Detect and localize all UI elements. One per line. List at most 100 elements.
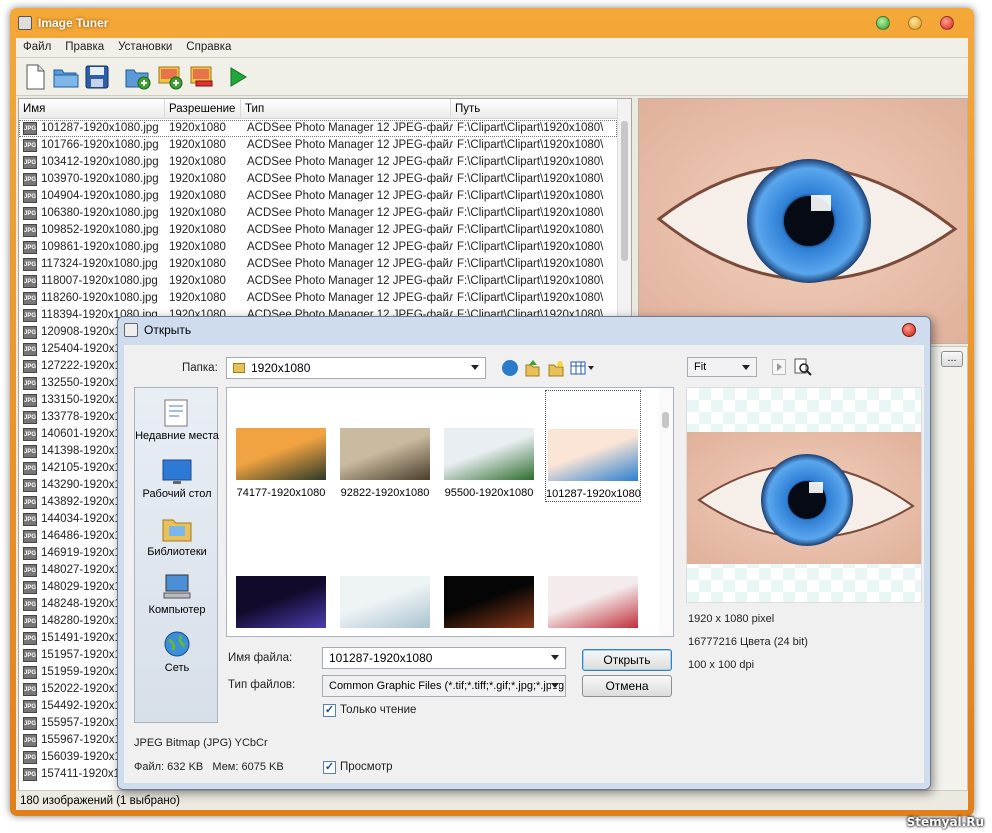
place-libraries[interactable]: Библиотеки	[135, 514, 219, 558]
cell-path: F:\Clipart\Clipart\1920x1080\	[457, 122, 604, 134]
jpg-file-icon: JPG	[23, 122, 37, 135]
cell-resolution: 1920x1080	[169, 207, 226, 219]
column-type[interactable]: Тип	[241, 99, 451, 119]
table-row[interactable]: JPG 109861-1920x1080.jpg 1920x1080 ACDSee P…	[19, 239, 617, 256]
cell-path: F:\Clipart\Clipart\1920x1080\	[457, 139, 604, 151]
table-row[interactable]: JPG 101766-1920x1080.jpg 1920x1080 ACDSee P…	[19, 137, 617, 154]
jpg-file-icon: JPG	[23, 190, 37, 203]
back-icon[interactable]	[502, 360, 518, 376]
open-button[interactable]: Открыть	[582, 649, 672, 671]
cell-type: ACDSee Photo Manager 12 JPEG-файл	[247, 122, 453, 134]
thumbnail-item[interactable]: 92822-1920x1080	[337, 428, 433, 499]
thumbnail-item[interactable]: 95500-1920x1080	[441, 428, 537, 499]
next-icon[interactable]	[772, 359, 786, 375]
thumbnail-item[interactable]: 104904-1920x1080	[545, 576, 641, 636]
thumbnail-image	[236, 428, 326, 480]
place-computer[interactable]: Компьютер	[135, 572, 219, 616]
new-folder-icon[interactable]	[548, 359, 564, 377]
thumbnail-caption: 104904-1920x1080	[545, 635, 641, 636]
column-name[interactable]: Имя	[19, 99, 165, 119]
jpg-file-icon: JPG	[23, 530, 37, 543]
jpg-file-icon: JPG	[23, 581, 37, 594]
maximize-button[interactable]	[908, 16, 922, 30]
column-path[interactable]: Путь	[451, 99, 619, 119]
cell-name: 109852-1920x1080.jpg	[41, 224, 159, 236]
save-icon[interactable]	[84, 64, 110, 90]
thumbnail-item[interactable]: 101287-1920x1080	[545, 390, 641, 502]
jpg-file-icon: JPG	[23, 326, 37, 339]
filetype-label: Тип файлов:	[228, 679, 296, 691]
thumbnail-item[interactable]: 103970-1920x1080	[441, 576, 537, 636]
thumbnail-scrollbar[interactable]	[659, 388, 673, 636]
jpg-file-icon: JPG	[23, 428, 37, 441]
filename-value: 101287-1920x1080	[329, 651, 433, 665]
folder-select[interactable]: 1920x1080	[226, 357, 486, 379]
table-row[interactable]: JPG 118007-1920x1080.jpg 1920x1080 ACDSee P…	[19, 273, 617, 290]
table-row[interactable]: JPG 109852-1920x1080.jpg 1920x1080 ACDSee P…	[19, 222, 617, 239]
browse-button[interactable]: ...	[941, 351, 963, 367]
jpg-file-icon: JPG	[23, 479, 37, 492]
new-file-icon[interactable]	[24, 64, 48, 90]
open-folder-icon[interactable]	[52, 64, 80, 90]
filename-input[interactable]: 101287-1920x1080	[322, 647, 566, 669]
view-menu-icon[interactable]	[570, 360, 594, 376]
preview-checkbox[interactable]: ✓	[323, 761, 336, 774]
table-row[interactable]: JPG 103970-1920x1080.jpg 1920x1080 ACDSee P…	[19, 171, 617, 188]
remove-image-icon[interactable]	[188, 64, 216, 90]
filetype-value: Common Graphic Files (*.tif;*.tiff;*.gif…	[329, 680, 566, 692]
table-row[interactable]: JPG 117324-1920x1080.jpg 1920x1080 ACDSee P…	[19, 256, 617, 273]
folder-label: Папка:	[182, 362, 218, 374]
dialog-close-button[interactable]	[902, 323, 916, 337]
cell-name: 117324-1920x1080.jpg	[41, 258, 158, 270]
thumbnail-item[interactable]: 103412-1920x1080	[337, 576, 433, 636]
place-network[interactable]: Сеть	[135, 630, 219, 674]
place-desktop[interactable]: Рабочий стол	[135, 456, 219, 500]
zoom-select[interactable]: Fit	[687, 357, 757, 377]
menu-edit[interactable]: Правка	[58, 38, 111, 53]
table-row[interactable]: JPG 101287-1920x1080.jpg 1920x1080 ACDSee P…	[19, 120, 617, 137]
cell-resolution: 1920x1080	[169, 224, 226, 236]
jpg-file-icon: JPG	[23, 598, 37, 611]
jpg-file-icon: JPG	[23, 309, 37, 322]
title-bar[interactable]: Image Tuner	[10, 8, 974, 38]
jpg-file-icon: JPG	[23, 683, 37, 696]
image-preview	[638, 98, 968, 344]
cell-name: 101287-1920x1080.jpg	[41, 122, 159, 134]
thumbnail-item[interactable]: 101766-1920x1080	[233, 576, 329, 636]
libraries-icon	[161, 514, 193, 544]
scroll-thumb[interactable]	[621, 121, 628, 261]
menu-help[interactable]: Справка	[179, 38, 238, 53]
cell-path: F:\Clipart\Clipart\1920x1080\	[457, 207, 604, 219]
zoom-value: Fit	[694, 361, 707, 373]
table-row[interactable]: JPG 104904-1920x1080.jpg 1920x1080 ACDSee P…	[19, 188, 617, 205]
menu-settings[interactable]: Установки	[111, 38, 179, 53]
menu-file[interactable]: Файл	[16, 38, 58, 53]
jpg-file-icon: JPG	[23, 207, 37, 220]
jpg-file-icon: JPG	[23, 275, 37, 288]
cancel-button[interactable]: Отмена	[582, 675, 672, 697]
readonly-checkbox[interactable]: ✓	[323, 704, 336, 717]
play-icon[interactable]	[226, 64, 250, 90]
cell-resolution: 1920x1080	[169, 139, 226, 151]
close-button[interactable]	[940, 16, 954, 30]
add-folder-icon[interactable]	[124, 64, 152, 90]
window-title: Image Tuner	[38, 16, 109, 30]
place-recent[interactable]: Недавние места	[135, 398, 219, 442]
jpg-file-icon: JPG	[23, 615, 37, 628]
thumbnail-item[interactable]: 74177-1920x1080	[233, 428, 329, 499]
thumbnail-caption: 103412-1920x1080	[337, 635, 433, 636]
zoom-preview-icon[interactable]	[794, 358, 812, 376]
table-row[interactable]: JPG 118260-1920x1080.jpg 1920x1080 ACDSee P…	[19, 290, 617, 307]
cell-type: ACDSee Photo Manager 12 JPEG-файл	[247, 258, 453, 270]
filetype-select[interactable]: Common Graphic Files (*.tif;*.tiff;*.gif…	[322, 675, 566, 697]
table-row[interactable]: JPG 106380-1920x1080.jpg 1920x1080 ACDSee P…	[19, 205, 617, 222]
column-resolution[interactable]: Разрешение	[165, 99, 241, 119]
folder-icon	[233, 363, 245, 373]
add-images-icon[interactable]	[156, 64, 184, 90]
minimize-button[interactable]	[876, 16, 890, 30]
filename-dropdown-icon[interactable]	[551, 655, 559, 660]
up-folder-icon[interactable]	[524, 359, 540, 377]
thumbnail-scroll-thumb[interactable]	[662, 412, 669, 428]
table-row[interactable]: JPG 103412-1920x1080.jpg 1920x1080 ACDSee P…	[19, 154, 617, 171]
cell-path: F:\Clipart\Clipart\1920x1080\	[457, 292, 604, 304]
